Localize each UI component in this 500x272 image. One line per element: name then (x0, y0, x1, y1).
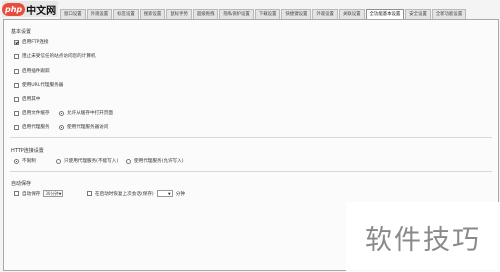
logo-text: 中文网 (26, 5, 57, 17)
checkbox[interactable] (14, 96, 19, 102)
option-row[interactable]: 启用代理服务 (14, 124, 50, 130)
tab-new-features[interactable]: 全新功能设置 (431, 9, 467, 19)
option-label: 启用代理服务 (22, 125, 50, 130)
tab-tabs[interactable]: 标签设置 (113, 9, 139, 19)
tab-basic-settings[interactable]: 全功能基本设置 (365, 9, 405, 19)
tab-appearance-2[interactable]: 外观设置 (312, 9, 338, 19)
divider (10, 171, 492, 172)
radio-label: 只使用代理服务(不能写入) (64, 159, 119, 164)
section-autosave-title: 自动保存 (11, 181, 32, 187)
option-label: 使用URL代理服务器 (22, 83, 64, 88)
radio-row[interactable]: 使用代理服务(允许写入) (126, 158, 184, 164)
tab-super-drag[interactable]: 超级拖拽 (192, 9, 219, 19)
radio[interactable] (126, 158, 131, 164)
tab-window[interactable]: 窗口设置 (60, 9, 86, 19)
site-logo: php 中文网 (2, 1, 58, 17)
radio[interactable] (56, 158, 61, 164)
radio-row[interactable]: 允许从缓存中打开页面 (59, 110, 113, 116)
checkbox[interactable] (87, 191, 92, 196)
chevron-down-icon: ▼ (168, 191, 171, 196)
tab-security[interactable]: 安全设置 (405, 9, 431, 19)
checkbox[interactable] (14, 124, 19, 130)
tab-search[interactable]: 搜索设置 (139, 9, 166, 19)
checkbox[interactable] (14, 39, 19, 45)
divider (10, 137, 492, 138)
autosave-select[interactable]: 30分钟 ▼ (43, 190, 64, 197)
radio-row[interactable]: 使用代理服务器访问 (59, 124, 108, 130)
radio-row[interactable]: 只使用代理服务(不能写入) (56, 158, 118, 164)
tab-mouse-gestures[interactable]: 鼠标手势 (166, 9, 192, 19)
unit-label: 分钟 (175, 191, 185, 197)
section-basic-title: 基本设置 (11, 29, 32, 35)
radio[interactable] (59, 124, 64, 130)
chevron-down-icon: ▼ (58, 191, 62, 196)
radio-label: 允许从缓存中打开页面 (67, 111, 113, 116)
option-label: 启用FTP连接 (22, 40, 49, 45)
radio-label: 使用代理服务器访问 (67, 125, 109, 130)
option-row[interactable]: 启用文件缓存 (14, 110, 50, 116)
radio-label: 使用代理服务(允许写入) (134, 159, 184, 164)
option-row[interactable]: 启用FTP连接 (14, 39, 49, 45)
option-row[interactable]: 启用其中 (14, 96, 40, 102)
radio-label: 不限制 (22, 159, 36, 164)
option-label: 在启动时恢复上次会话(保存) (95, 191, 154, 197)
checkbox[interactable] (14, 53, 19, 59)
autosave-row[interactable]: 自动保存 30分钟 ▼ (14, 190, 64, 197)
option-label: 启用文件缓存 (22, 111, 50, 116)
checkbox[interactable] (14, 68, 19, 74)
recover-select[interactable]: ▼ (156, 190, 173, 197)
tab-appearance[interactable]: 外观设置 (86, 9, 113, 19)
watermark: 软件技巧 (346, 202, 500, 272)
tab-association[interactable]: 关联设置 (338, 9, 365, 19)
select-value: 30分钟 (45, 190, 59, 196)
option-label: 自动保存 (22, 191, 41, 197)
tab-privacy[interactable]: 隐私保护设置 (219, 9, 254, 19)
radio[interactable] (59, 110, 64, 116)
tab-download[interactable]: 下载设置 (254, 9, 281, 19)
section-http-title: HTTP连接设置 (11, 148, 44, 154)
logo-php: php (2, 2, 26, 16)
tab-strip: 窗口设置 外观设置 标签设置 搜索设置 鼠标手势 超级拖拽 隐私保护设置 下载设… (60, 9, 498, 19)
recover-row[interactable]: 在启动时恢复上次会话(保存) ▼ 分钟 (87, 190, 185, 197)
option-label: 启用其中 (22, 97, 41, 102)
checkbox[interactable] (14, 110, 19, 116)
option-row[interactable]: 阻止未受信任的站点访问您的计算机 (14, 53, 96, 59)
option-row[interactable]: 启用插件跟踪 (14, 68, 50, 74)
radio[interactable] (14, 158, 19, 164)
option-label: 阻止未受信任的站点访问您的计算机 (22, 54, 96, 59)
option-label: 启用插件跟踪 (22, 69, 50, 74)
checkbox[interactable] (14, 191, 19, 196)
radio-row[interactable]: 不限制 (14, 158, 36, 164)
option-row[interactable]: 使用URL代理服务器 (14, 82, 63, 88)
watermark-text: 软件技巧 (365, 224, 481, 256)
tab-shortcuts[interactable]: 快捷键设置 (281, 9, 312, 19)
checkbox[interactable] (14, 82, 19, 88)
